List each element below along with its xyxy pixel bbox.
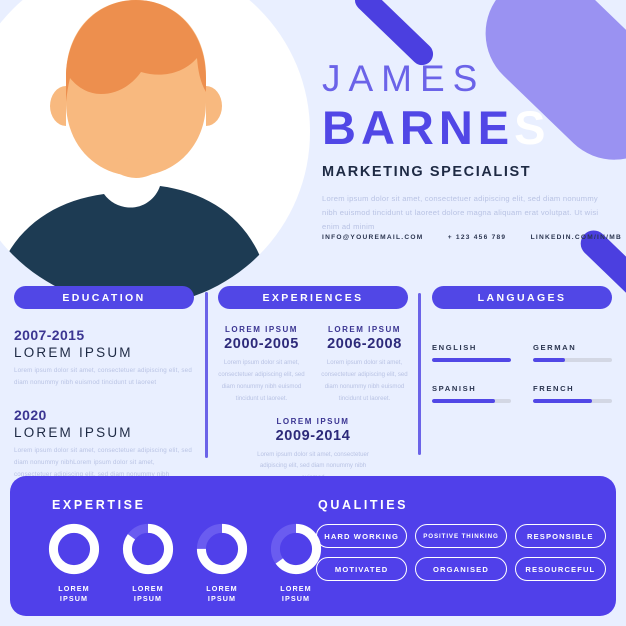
section-languages: LANGUAGES ENGLISH GERMAN SPANISH FRENCH bbox=[432, 286, 612, 403]
experience-years: 2000-2005 bbox=[224, 336, 299, 352]
language-label: GERMAN bbox=[533, 343, 577, 352]
expertise-item: LOREM IPSUM bbox=[188, 522, 256, 605]
education-years: 2007-2015 bbox=[14, 327, 85, 343]
language-progress-track bbox=[533, 399, 612, 403]
experience-entry: LOREM IPSUM 2000-2005 Lorem ipsum dolor … bbox=[218, 325, 305, 405]
contact-linkedin[interactable]: LINKEDIN.COM/IN/MB bbox=[531, 234, 622, 241]
contact-phone[interactable]: + 123 456 789 bbox=[448, 234, 507, 241]
last-name: BARNES bbox=[322, 103, 612, 152]
middle-sections: EDUCATION 2007-2015 LOREM IPSUM Lorem ip… bbox=[0, 286, 626, 481]
education-entry: 2007-2015 LOREM IPSUM Lorem ipsum dolor … bbox=[14, 327, 194, 389]
education-description: Lorem ipsum dolor sit amet, consectetuer… bbox=[14, 367, 192, 387]
avatar-illustration bbox=[0, 0, 272, 306]
language-label: SPANISH bbox=[432, 384, 477, 393]
bio-text: Lorem ipsum dolor sit amet, consectetuer… bbox=[322, 194, 599, 232]
language-item: ENGLISH bbox=[432, 343, 511, 362]
contact-email[interactable]: INFO@YOUREMAIL.COM bbox=[322, 234, 423, 241]
quality-tag[interactable]: MOTIVATED bbox=[316, 557, 408, 581]
section-education: EDUCATION 2007-2015 LOREM IPSUM Lorem ip… bbox=[14, 286, 194, 481]
languages-grid: ENGLISH GERMAN SPANISH FRENCH bbox=[432, 343, 612, 403]
donut-chart-icon bbox=[122, 523, 174, 575]
experience-years: 2006-2008 bbox=[327, 336, 402, 352]
education-institution: LOREM IPSUM bbox=[14, 345, 133, 360]
quality-tag[interactable]: RESPONSIBLE bbox=[514, 524, 606, 548]
language-progress-fill bbox=[432, 358, 511, 362]
education-institution: LOREM IPSUM bbox=[14, 425, 133, 441]
avatar bbox=[0, 0, 310, 306]
experiences-row: LOREM IPSUM 2000-2005 Lorem ipsum dolor … bbox=[218, 325, 408, 405]
experience-entry: LOREM IPSUM 2006-2008 Lorem ipsum dolor … bbox=[321, 325, 408, 405]
language-progress-fill bbox=[432, 399, 496, 403]
job-title: MARKETING SPECIALIST bbox=[322, 164, 532, 181]
donut-chart-icon bbox=[196, 523, 248, 575]
expertise-item: LOREM IPSUM bbox=[114, 522, 182, 605]
education-years: 2020 bbox=[14, 407, 47, 424]
language-progress-track bbox=[432, 358, 511, 362]
expertise-label: LOREM IPSUM bbox=[206, 584, 238, 604]
experience-description: Lorem ipsum dolor sit amet, consectetuer… bbox=[218, 359, 305, 402]
experience-entry: LOREM IPSUM 2009-2014 Lorem ipsum dolor … bbox=[256, 417, 370, 485]
bottom-panel: EXPERTISE QUALITIES LOREM IPSUM LOREM IPSU… bbox=[10, 476, 616, 616]
donut-chart-icon bbox=[48, 523, 100, 575]
resume-page: JAMES BARNES MARKETING SPECIALIST Lorem … bbox=[0, 0, 626, 626]
language-label: FRENCH bbox=[533, 384, 575, 393]
language-progress-fill bbox=[533, 399, 593, 403]
quality-tag[interactable]: ORGANISED bbox=[415, 557, 507, 581]
experience-label: LOREM IPSUM bbox=[276, 416, 350, 426]
first-name: JAMES bbox=[322, 58, 486, 99]
language-progress-track bbox=[533, 358, 612, 362]
experience-description: Lorem ipsum dolor sit amet, consectetuer… bbox=[321, 359, 408, 402]
quality-tag[interactable]: POSITIVE THINKING bbox=[415, 524, 507, 548]
last-name-main: BARNE bbox=[322, 100, 515, 154]
language-item: SPANISH bbox=[432, 384, 511, 403]
language-progress-fill bbox=[533, 358, 565, 362]
languages-title: LANGUAGES bbox=[432, 286, 612, 309]
language-item: FRENCH bbox=[533, 384, 612, 403]
experiences-title: EXPERIENCES bbox=[218, 286, 408, 309]
quality-tag[interactable]: HARD WORKING bbox=[316, 524, 408, 548]
language-label: ENGLISH bbox=[432, 343, 477, 352]
experience-label: LOREM IPSUM bbox=[328, 325, 401, 334]
expertise-donuts: LOREM IPSUM LOREM IPSUM LOREM IPSUM LORE… bbox=[40, 522, 330, 605]
qualities-title: QUALITIES bbox=[318, 498, 409, 512]
expertise-label: LOREM IPSUM bbox=[58, 584, 90, 604]
expertise-label: LOREM IPSUM bbox=[132, 584, 164, 604]
language-item: GERMAN bbox=[533, 343, 612, 362]
quality-tag[interactable]: RESOURCEFUL bbox=[514, 557, 606, 581]
expertise-label: LOREM IPSUM bbox=[280, 584, 312, 604]
donut-chart-icon bbox=[270, 523, 322, 575]
last-name-tail: S bbox=[514, 100, 551, 154]
qualities-grid: HARD WORKING POSITIVE THINKING RESPONSIB… bbox=[316, 524, 606, 581]
education-entry: 2020 LOREM IPSUM Lorem ipsum dolor sit a… bbox=[14, 407, 194, 481]
header: JAMES BARNES MARKETING SPECIALIST Lorem … bbox=[322, 58, 612, 234]
last-name-wrap: BARNES bbox=[322, 103, 612, 152]
language-progress-track bbox=[432, 399, 511, 403]
section-experiences: EXPERIENCES LOREM IPSUM 2000-2005 Lorem … bbox=[218, 286, 408, 484]
expertise-title: EXPERTISE bbox=[52, 498, 146, 512]
expertise-item: LOREM IPSUM bbox=[40, 522, 108, 605]
contact-row: INFO@YOUREMAIL.COM + 123 456 789 LINKEDI… bbox=[322, 234, 622, 241]
experience-label: LOREM IPSUM bbox=[225, 325, 298, 334]
experience-years: 2009-2014 bbox=[275, 427, 351, 444]
education-title: EDUCATION bbox=[14, 286, 194, 309]
